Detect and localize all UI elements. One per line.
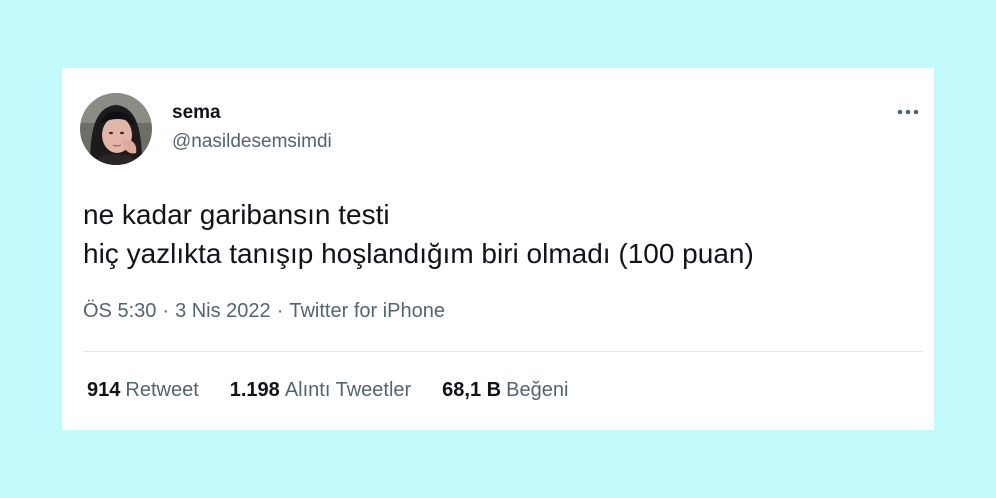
author-handle[interactable]: @nasildesemsimdi — [172, 131, 332, 153]
meta-separator: · — [162, 300, 170, 322]
tweet-source[interactable]: Twitter for iPhone — [289, 300, 445, 322]
meta-separator: · — [276, 300, 284, 322]
tweet-text-line: hiç yazlıkta tanışıp hoşlandığım biri ol… — [83, 238, 754, 269]
retweets-stat[interactable]: 914 Retweet — [87, 378, 199, 402]
more-horizontal-icon — [897, 109, 919, 115]
tweet-text-line: ne kadar garibansın testi — [83, 199, 390, 230]
quote-tweets-label: Alıntı Tweetler — [284, 379, 412, 401]
likes-count: 68,1 B — [442, 379, 502, 401]
quote-tweets-count: 1.198 — [229, 379, 280, 401]
more-options-button[interactable] — [894, 98, 922, 126]
divider — [83, 351, 923, 352]
avatar-photo — [80, 93, 152, 165]
avatar[interactable] — [80, 93, 152, 165]
author-display-name[interactable]: sema — [172, 102, 221, 124]
tweet-date[interactable]: 3 Nis 2022 — [175, 300, 271, 322]
likes-label: Beğeni — [506, 379, 569, 401]
quote-tweets-stat[interactable]: 1.198 Alıntı Tweetler — [230, 378, 411, 402]
likes-stat[interactable]: 68,1 B Beğeni — [442, 378, 568, 402]
retweets-label: Retweet — [125, 379, 199, 401]
tweet-text: ne kadar garibansın testi hiç yazlıkta t… — [83, 195, 923, 273]
tweet-time[interactable]: ÖS 5:30 — [83, 300, 156, 322]
retweets-count: 914 — [87, 379, 121, 401]
tweet-stats: 914 Retweet 1.198 Alıntı Tweetler 68,1 B Be… — [87, 378, 599, 402]
tweet-card: sema @nasildesemsimdi ne kadar garibansı… — [62, 68, 934, 430]
tweet-meta: ÖS 5:30 · 3 Nis 2022 · Twitter for iPhone — [83, 299, 445, 323]
